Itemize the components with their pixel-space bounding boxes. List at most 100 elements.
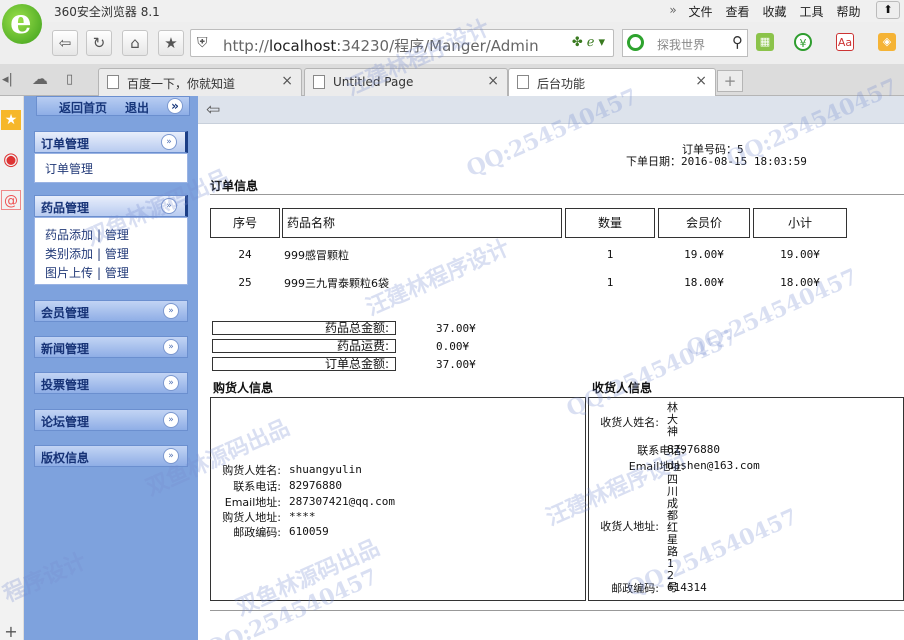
menu-group-drugs[interactable]: 药品管理 » [34,195,188,217]
divider [210,610,904,611]
buyer-email-label: Email地址: [224,496,281,509]
menu-group-members[interactable]: 会员管理 » [34,300,188,322]
browser-sidebar: ★ ◉ @ + [0,96,24,640]
shipping-fee-label: 药品运费: [212,339,396,353]
row-1-name: 999感冒颗粒 [284,249,349,262]
refresh-icon[interactable]: ↻ [86,30,112,56]
menu-overflow-icon[interactable]: » [664,3,682,20]
title-bar: 360安全浏览器 8.1 » 文件 查看 收藏 工具 帮助 ⬆ [0,0,904,22]
search-box[interactable]: 探我世界 ⚲ [622,29,748,57]
admin-top-links: 返回首页 退出 » [36,96,190,116]
url-text[interactable]: http://localhost:34230/程序/Manger/AdminIn… [223,35,539,56]
phone-icon[interactable]: ▯ [66,72,73,87]
app-title: 360安全浏览器 8.1 [54,5,160,19]
logout-link[interactable]: 退出 [125,99,149,116]
search-engine-icon[interactable] [627,34,644,51]
menu-group-label: 会员管理 [41,306,90,320]
search-icon[interactable]: ⚲ [732,33,743,51]
home-icon[interactable]: ⌂ [122,30,148,56]
menu-group-copyright[interactable]: 版权信息 » [34,445,188,467]
menu-group-label: 版权信息 [41,451,90,465]
menu-group-news[interactable]: 新闻管理 » [34,336,188,358]
menu-help[interactable]: 帮助 [830,3,867,20]
receiver-zip-label: 邮政编码: [611,582,659,595]
collapse-icon[interactable]: » [163,375,179,391]
page-icon [313,75,325,89]
menu-view[interactable]: 查看 [719,3,756,20]
col-header-price: 会员价 [658,208,750,238]
home-link[interactable]: 返回首页 [59,99,107,116]
email-icon[interactable]: @ [1,190,21,210]
apps-grid-icon[interactable]: ▦ [756,33,774,51]
receiver-address: 四川成都红星路12号 [667,473,678,594]
order-date: 下单日期：2016-08-15 18:03:59 [626,155,807,168]
row-1-id: 24 [238,248,252,261]
menu-file[interactable]: 文件 [682,3,719,20]
menu-item-category-manage[interactable]: | 管理 [97,245,129,262]
receiver-name-label: 收货人姓名: [600,416,659,429]
collapse-icon[interactable]: » [161,134,177,150]
menu-item-order-manage[interactable]: 订单管理 [45,160,93,177]
receiver-info-title: 收货人信息 [592,381,653,395]
collapse-icon[interactable]: » [163,448,179,464]
pin-icon[interactable]: ⬆ [876,1,900,19]
col-header-qty: 数量 [565,208,655,238]
security-icon[interactable]: ¥ [794,33,812,51]
page-icon [107,75,119,89]
new-tab-button[interactable]: + [717,70,743,92]
buyer-info-title: 购货人信息 [213,381,274,395]
buyer-address: **** [289,510,316,523]
menu-item-category-add[interactable]: 类别添加 [45,245,93,262]
menu-item-drug-manage[interactable]: | 管理 [97,226,129,243]
admin-menu: 返回首页 退出 » 订单管理 » 订单管理 药品管理 » 药品添加 | 管理 类… [24,96,198,640]
menu-group-orders[interactable]: 订单管理 » [34,131,188,153]
menu-group-forum[interactable]: 论坛管理 » [34,409,188,431]
favorites-star-icon[interactable]: ★ [1,110,21,130]
row-2-id: 25 [238,276,252,289]
tab-label: 后台功能 [537,77,586,91]
cloud-icon[interactable]: ☁ [32,69,48,88]
translate-icon[interactable]: Aa [836,33,854,51]
close-icon[interactable]: × [695,73,707,89]
order-info-title: 订单信息 [210,179,259,193]
row-2-subtotal: 18.00¥ [780,276,820,289]
collapse-icon[interactable]: » [163,339,179,355]
buyer-name-label: 购货人姓名: [222,464,281,477]
collapse-icon[interactable]: » [163,412,179,428]
receiver-address-label: 收货人地址: [600,520,659,533]
address-tools-icon[interactable]: ✤ℯ▾ [572,35,609,50]
menu-item-image-manage[interactable]: | 管理 [97,264,129,281]
divider [210,194,904,195]
collapse-icon[interactable]: » [161,198,177,214]
row-2-price: 18.00¥ [684,276,724,289]
address-bar[interactable]: ⛨ http://localhost:34230/程序/Manger/Admin… [190,29,614,57]
close-icon[interactable]: × [281,73,293,89]
tab-admin[interactable]: 后台功能 × [508,68,716,97]
menu-item-drug-add[interactable]: 药品添加 [45,226,93,243]
sidebar-toggle-icon[interactable]: ◂| [2,72,13,87]
extension-icon[interactable]: ◈ [878,33,896,51]
collapse-icon[interactable]: » [167,98,183,114]
row-2-name: 999三九胃泰颗粒6袋 [284,277,389,290]
shield-icon: ⛨ [197,35,208,51]
favorite-star-icon[interactable]: ★ [158,30,184,56]
weibo-icon[interactable]: ◉ [1,150,21,170]
tab-baidu[interactable]: 百度一下，你就知道 × [98,68,302,96]
back-arrow-icon[interactable]: ⇦ [52,30,78,56]
browser-logo-icon [2,2,42,44]
add-icon[interactable]: + [1,622,21,640]
tab-untitled[interactable]: Untitled Page × [304,68,508,96]
buyer-name: shuangyulin [289,463,362,476]
menu-item-image-upload[interactable]: 图片上传 [45,264,93,281]
menu-favorites[interactable]: 收藏 [756,3,793,20]
back-icon[interactable]: ⇦ [206,100,220,120]
menu-tools[interactable]: 工具 [793,3,830,20]
menu-group-drugs-body: 药品添加 | 管理 类别添加 | 管理 图片上传 | 管理 [34,217,188,285]
collapse-icon[interactable]: » [163,303,179,319]
menu-bar: » 文件 查看 收藏 工具 帮助 [664,3,867,20]
menu-group-label: 投票管理 [41,378,90,392]
menu-group-label: 新闻管理 [41,342,90,356]
close-icon[interactable]: × [487,73,499,89]
menu-group-votes[interactable]: 投票管理 » [34,372,188,394]
col-header-subtotal: 小计 [753,208,847,238]
